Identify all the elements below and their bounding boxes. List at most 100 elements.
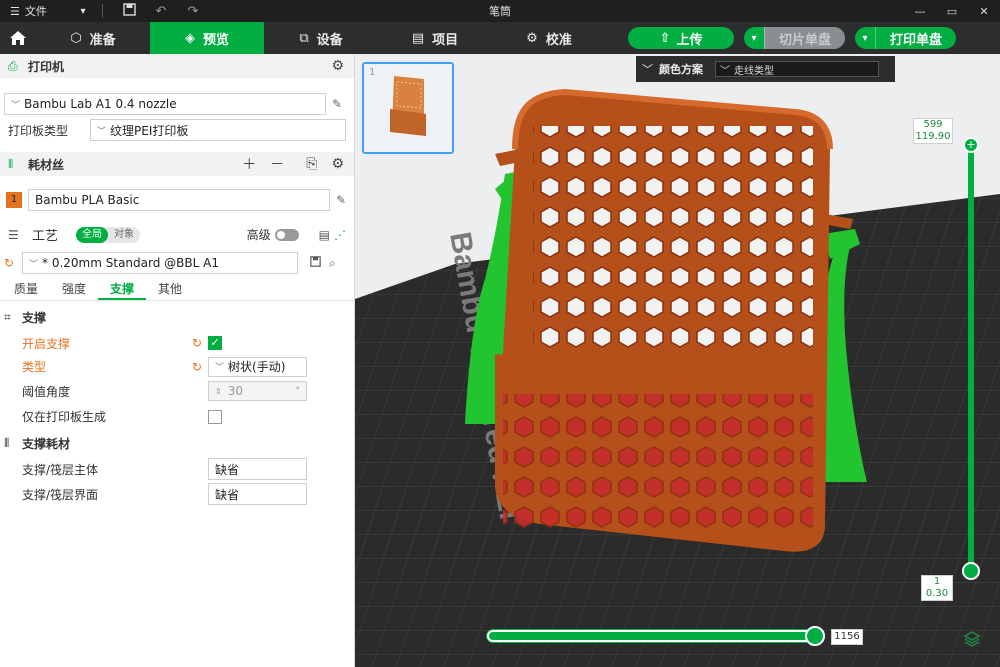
preset-select[interactable]: ﹀ * 0.20mm Standard @BBL A1: [22, 252, 298, 274]
move-slider-track[interactable]: [487, 630, 819, 642]
tab-project[interactable]: ▤ 项目: [378, 22, 492, 54]
compare-icon[interactable]: ▤: [319, 228, 330, 242]
support-base-value: 缺省: [215, 462, 240, 477]
file-menu[interactable]: ☰ 文件: [0, 3, 70, 19]
layer-bottom-height: 0.30: [925, 588, 949, 599]
print-plate-button[interactable]: ▾ 打印单盘: [855, 27, 957, 49]
tab-device-label: 设备: [316, 32, 343, 48]
stepper-icon[interactable]: ⇕: [215, 387, 222, 396]
support-interface-value: 缺省: [215, 487, 240, 502]
upload-button[interactable]: ⇧ 上传: [628, 27, 734, 49]
advanced-toggle[interactable]: [274, 228, 299, 241]
support-interface-select[interactable]: 缺省: [208, 483, 307, 505]
tab-device[interactable]: ⧉ 设备: [264, 22, 378, 54]
threshold-angle-input[interactable]: ⇕ 30 °: [208, 381, 307, 401]
save-icon[interactable]: [113, 2, 145, 20]
move-slider-handle[interactable]: [805, 626, 825, 646]
tab-calibration-label: 校准: [545, 32, 572, 48]
support-filament-icon: ⦀: [4, 436, 10, 450]
maximize-button[interactable]: ▭: [936, 0, 968, 22]
process-tree-icon[interactable]: ⋰: [334, 228, 346, 242]
chevron-down-icon[interactable]: ▾: [70, 6, 96, 17]
filament-select[interactable]: Bambu PLA Basic: [28, 189, 330, 211]
chevron-down-icon[interactable]: ▾: [855, 33, 875, 44]
layers-icon[interactable]: [963, 630, 981, 652]
tab-quality[interactable]: 质量: [2, 278, 50, 300]
filament-slot-index[interactable]: 1: [6, 192, 22, 208]
minimize-button[interactable]: —: [904, 0, 936, 22]
plate-type-select[interactable]: ﹀ 纹理PEI打印板: [90, 119, 346, 141]
file-menu-label: 文件: [24, 5, 47, 18]
search-icon[interactable]: ⌕: [329, 256, 336, 271]
undo-icon[interactable]: ↶: [145, 4, 177, 19]
redo-icon[interactable]: ↷: [177, 4, 209, 19]
reset-icon[interactable]: ↻: [192, 360, 208, 374]
support-group-header: ⌗ 支撑: [0, 301, 354, 326]
plate-thumbnail[interactable]: 1: [362, 62, 454, 154]
3d-viewport[interactable]: Bambu Textured PEI 1 ﹀ 颜色方案 ﹀ 走线类型: [355, 54, 1000, 667]
gear-icon[interactable]: ⚙: [331, 58, 344, 74]
sync-filament-icon[interactable]: ⎘: [306, 156, 317, 172]
slice-plate-label: 切片单盘: [764, 27, 846, 49]
chevron-down-icon[interactable]: ▾: [744, 33, 764, 44]
preset-name: * 0.20mm Standard @BBL A1: [42, 256, 219, 270]
support-filament-group-header: ⦀ 支撑耗材: [0, 426, 354, 452]
print-plate-label: 打印单盘: [875, 27, 956, 49]
build-plate-only-row: 仅在打印板生成: [0, 401, 354, 426]
scope-object[interactable]: 对象: [108, 227, 140, 243]
upload-label: 上传: [676, 32, 703, 48]
color-scheme-panel: ﹀ 颜色方案 ﹀ 走线类型: [636, 56, 895, 82]
hamburger-icon: ☰: [10, 4, 20, 18]
save-preset-icon[interactable]: [310, 256, 321, 270]
plate-type-value: 纹理PEI打印板: [110, 123, 189, 138]
tab-support[interactable]: 支撑: [98, 278, 147, 300]
layer-bottom-handle[interactable]: [962, 562, 980, 580]
edit-icon[interactable]: ✎: [332, 97, 342, 111]
support-type-row: 类型 ↻ ﹀ 树状(手动): [0, 351, 354, 377]
build-plate-only-checkbox[interactable]: [208, 409, 222, 424]
tab-preview[interactable]: ◈ 预览: [150, 22, 264, 54]
enable-support-row: 开启支撑 ↻ ✓: [0, 326, 354, 351]
layer-slider-track[interactable]: [968, 146, 974, 574]
tab-prepare-label: 准备: [89, 32, 116, 48]
gear-icon[interactable]: ⚙: [331, 156, 344, 172]
support-type-select[interactable]: ﹀ 树状(手动): [208, 356, 307, 377]
plate-number: 1: [369, 67, 376, 78]
support-base-row: 支撑/筏层主体 缺省: [0, 452, 354, 480]
home-button[interactable]: [0, 22, 36, 54]
chevron-down-icon: ﹀: [215, 363, 225, 373]
color-scheme-value: 走线类型: [734, 65, 774, 77]
collapse-icon[interactable]: ﹀: [642, 61, 653, 77]
slice-plate-button[interactable]: ▾ 切片单盘: [744, 27, 846, 49]
layer-top-handle[interactable]: +: [963, 137, 979, 153]
tab-strength[interactable]: 强度: [50, 278, 98, 300]
printer-select[interactable]: ﹀ Bambu Lab A1 0.4 nozzle: [4, 93, 326, 115]
support-base-select[interactable]: 缺省: [208, 458, 307, 480]
support-interface-label: 支撑/筏层界面: [22, 487, 99, 502]
process-scope-toggle[interactable]: 全局 对象: [76, 226, 141, 243]
scope-global[interactable]: 全局: [76, 226, 109, 243]
project-icon: ▤: [411, 30, 425, 46]
color-scheme-select[interactable]: ﹀ 走线类型: [715, 61, 879, 77]
tab-prepare[interactable]: ⬡ 准备: [36, 22, 150, 54]
layer-top-label: 599 119.90: [913, 118, 953, 144]
filament-slot: 1 Bambu PLA Basic ✎: [0, 176, 354, 211]
enable-support-checkbox[interactable]: ✓: [208, 336, 222, 350]
settings-sidebar: ⎙ 打印机 ⚙ ﹀ Bambu Lab A1 0.4 nozzle ✎ 打印板类…: [0, 54, 355, 667]
reset-icon[interactable]: ↻: [4, 256, 22, 270]
color-scheme-title: 颜色方案: [659, 63, 703, 76]
move-value: 1156: [831, 629, 863, 645]
edit-icon[interactable]: ✎: [336, 193, 346, 207]
process-header: ☰ 工艺 全局 对象 高级 ▤ ⋰: [0, 211, 354, 245]
filament-name: Bambu PLA Basic: [35, 193, 140, 207]
printer-row: ﹀ Bambu Lab A1 0.4 nozzle ✎: [0, 78, 354, 115]
close-button[interactable]: ✕: [968, 0, 1000, 22]
tab-calibration[interactable]: ⚙ 校准: [492, 22, 606, 54]
remove-icon[interactable]: －: [270, 154, 284, 174]
tab-others[interactable]: 其他: [146, 278, 194, 300]
add-icon[interactable]: ＋: [242, 154, 256, 174]
printer-name: Bambu Lab A1 0.4 nozzle: [24, 97, 177, 111]
reset-icon[interactable]: ↻: [192, 336, 208, 350]
layers-icon: ◈: [184, 30, 195, 46]
layer-top-index: 599: [923, 119, 943, 130]
